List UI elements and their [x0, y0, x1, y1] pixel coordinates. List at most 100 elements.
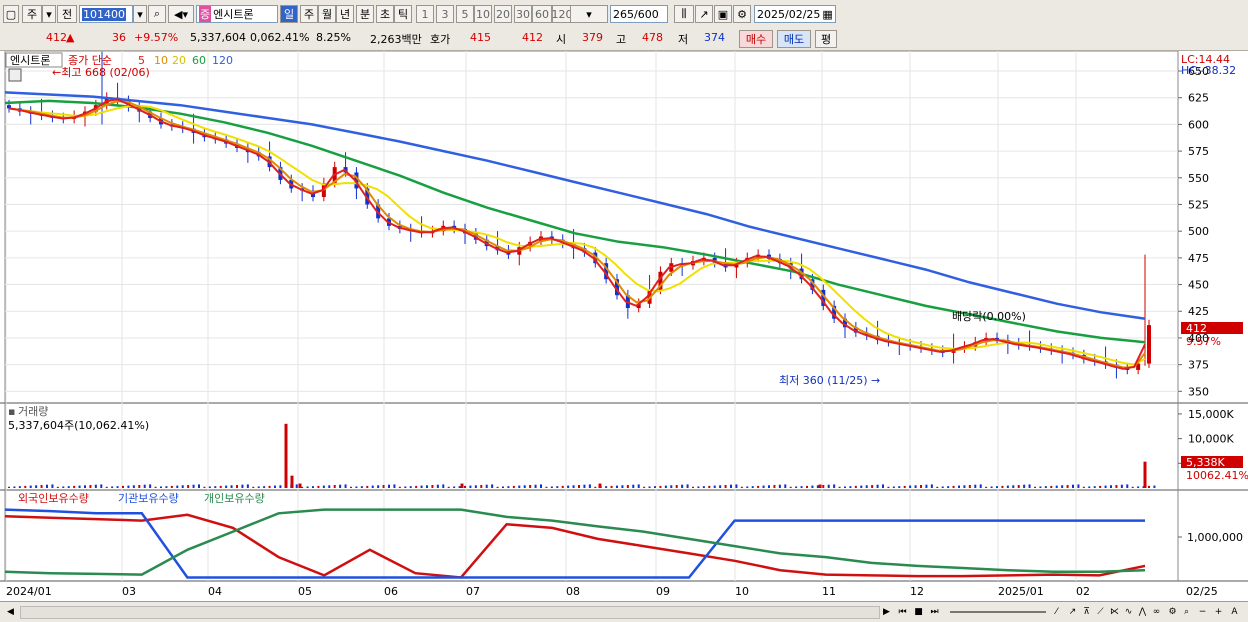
volume-bar	[643, 486, 646, 488]
zoom-slider-track[interactable]	[950, 611, 1046, 613]
volume-bar	[1093, 486, 1096, 488]
y-tick-label: 600	[1188, 118, 1209, 131]
volume-bar	[89, 484, 92, 488]
minute-input-dropdown[interactable]: ▾	[570, 5, 608, 23]
stop-icon[interactable]: ■	[912, 605, 925, 618]
volume-bar	[1039, 486, 1042, 488]
pattern-tool-icon[interactable]: ⋀	[1136, 605, 1149, 618]
count-field[interactable]: 265/600	[610, 5, 668, 23]
volume-marker-label: 5,338K	[1186, 456, 1225, 469]
measure-tool-icon[interactable]: ⊼	[1080, 605, 1093, 618]
minute-tab[interactable]: 3	[436, 5, 454, 23]
draw-tool-icon[interactable]: ⁄	[1050, 605, 1063, 618]
period-tab[interactable]: 초	[376, 5, 394, 23]
gear-icon[interactable]: ⚙	[733, 5, 751, 23]
volume-bar	[996, 486, 998, 488]
drawing-tool-icon[interactable]: ↗	[695, 5, 713, 23]
minute-tab[interactable]: 1	[416, 5, 434, 23]
volume-bar	[719, 485, 722, 488]
volume-bar	[1099, 485, 1102, 488]
volume-bar	[529, 484, 532, 488]
period-tab[interactable]: 년	[336, 5, 354, 23]
volume-spike	[1143, 461, 1147, 488]
volume-bar	[757, 485, 760, 488]
price-change: 36	[112, 31, 126, 44]
window-icon[interactable]: ▢	[3, 5, 19, 23]
volume-bar	[464, 485, 466, 488]
x-tick-label: 05	[298, 585, 312, 598]
period-tab[interactable]: 틱	[394, 5, 412, 23]
open-price: 379	[582, 31, 603, 44]
save-icon[interactable]: ▣	[714, 5, 732, 23]
text-tool-icon[interactable]: A	[1228, 605, 1241, 618]
rewind-icon[interactable]: ⏮	[896, 605, 909, 618]
volume-bar	[556, 486, 559, 488]
period-tab[interactable]: 분	[356, 5, 374, 23]
prev-button[interactable]: 전	[57, 5, 77, 23]
volume-bar	[317, 485, 320, 488]
volume-bar	[491, 484, 494, 488]
stock-name: 엔시트론	[213, 8, 254, 21]
ma120-label: 120	[212, 54, 233, 67]
minute-tab[interactable]: 5	[456, 5, 474, 23]
play-icon[interactable]: ⏭	[928, 605, 941, 618]
scroll-track[interactable]	[20, 606, 880, 619]
sound-icon[interactable]: ◀▾	[168, 5, 194, 23]
scroll-left-icon[interactable]: ◀	[4, 605, 17, 618]
minute-tab[interactable]: 120	[552, 5, 573, 23]
fib-tool-icon[interactable]: ⋉	[1108, 605, 1121, 618]
volume-bar	[876, 484, 879, 488]
x-axis-end-label: 02/25	[1186, 585, 1218, 598]
volume-bar	[920, 484, 922, 488]
eval-button[interactable]: 평	[815, 30, 837, 48]
chevron-down-icon[interactable]: ▾	[42, 5, 56, 23]
volume-spike	[818, 484, 822, 488]
volume-bar	[51, 484, 54, 488]
chart-area[interactable]: 650 625 600 575 550 525 500 475 450 425 400 375 350 …	[0, 50, 1248, 601]
candle-type-icon[interactable]: ⫼	[674, 5, 694, 23]
search-icon[interactable]: ⌕	[148, 5, 166, 23]
ma20-label: 20	[172, 54, 186, 67]
high-note: ←최고 668 (02/06)	[52, 66, 150, 79]
chart-svg[interactable]: 650625600575550525500475450425400375350 …	[0, 50, 1248, 601]
volume-bar	[561, 485, 564, 488]
name-field[interactable]: 증 엔시트론	[196, 5, 278, 23]
volume-bar	[681, 484, 684, 488]
volume-bar	[578, 484, 580, 488]
zoom-out-icon[interactable]: −	[1196, 605, 1209, 618]
vol-tick-label: 15,000K	[1188, 408, 1234, 421]
trend-tool-icon[interactable]: ⟋	[1094, 605, 1107, 618]
table-icon[interactable]	[8, 68, 22, 82]
volume-bar	[626, 484, 629, 488]
zoom-in-icon[interactable]: +	[1212, 605, 1225, 618]
volume-bar	[1044, 486, 1047, 488]
calendar-icon[interactable]: ▦	[822, 8, 832, 21]
buy-button[interactable]: 매수	[739, 30, 773, 48]
wave-tool-icon[interactable]: ∿	[1122, 605, 1135, 618]
volume-panel-box-icon: ▪	[8, 405, 15, 418]
minute-tab[interactable]: 30	[514, 5, 532, 23]
bid-price: 412	[522, 31, 543, 44]
zoom-icon[interactable]: ⌕	[1180, 605, 1193, 618]
period-tab[interactable]: 일	[280, 5, 298, 23]
period-tab[interactable]: 월	[318, 5, 336, 23]
settings-icon[interactable]: ⚙	[1166, 605, 1179, 618]
period-tab[interactable]: 주	[300, 5, 318, 23]
code-dropdown-icon[interactable]: ▾	[133, 5, 147, 23]
minute-tab[interactable]: 10	[474, 5, 492, 23]
link-icon[interactable]: ∞	[1150, 605, 1163, 618]
volume-bar	[833, 484, 836, 488]
sell-button[interactable]: 매도	[777, 30, 811, 48]
line-tool-icon[interactable]: ↗	[1066, 605, 1079, 618]
scroll-right-icon[interactable]: ▶	[880, 605, 893, 618]
date-field[interactable]: 2025/02/25 ▦	[754, 5, 836, 23]
minute-tab[interactable]: 20	[494, 5, 512, 23]
minute-tab[interactable]: 60	[532, 5, 552, 23]
market-type-select[interactable]: 주	[22, 5, 42, 23]
volume-bar	[111, 486, 114, 488]
moving-average-lines	[4, 91, 1146, 370]
volume-bar	[306, 486, 309, 488]
code-input[interactable]: 101400	[79, 5, 133, 23]
volume-bar	[132, 485, 135, 488]
volume-bar	[1148, 485, 1150, 488]
